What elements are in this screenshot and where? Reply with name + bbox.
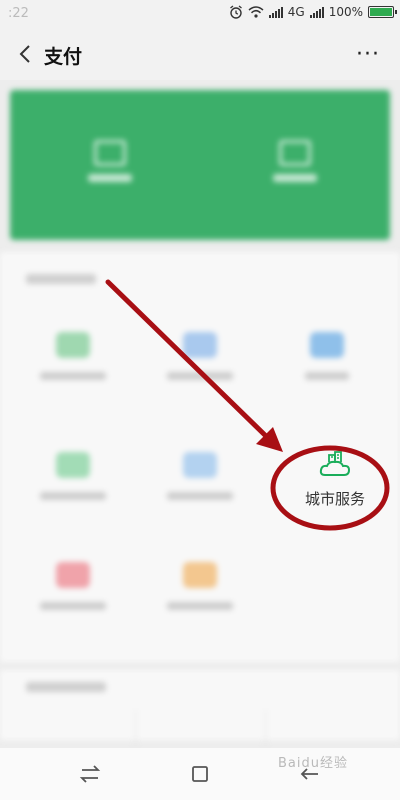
third-party-panel: [0, 670, 400, 750]
back-icon[interactable]: [14, 42, 38, 66]
service-item: [28, 562, 118, 652]
section-heading-placeholder: [26, 274, 96, 284]
card-item-left: [80, 140, 140, 182]
status-icons: 4G 100%: [229, 5, 397, 19]
switch-apps-icon[interactable]: [78, 762, 102, 786]
alarm-icon: [229, 5, 242, 19]
section-heading-placeholder: [26, 682, 106, 692]
more-options-button[interactable]: ···: [356, 42, 380, 67]
city-service-label: 城市服务: [304, 490, 365, 508]
status-bar: :22 4G 100%: [0, 0, 400, 30]
status-time: :22: [8, 6, 29, 21]
city-service-button[interactable]: 城市服务: [280, 448, 390, 528]
battery-icon: [368, 6, 397, 18]
wallet-card: [10, 90, 390, 240]
home-square-icon[interactable]: [188, 762, 212, 786]
network-type: 4G: [287, 5, 305, 19]
page-title: 支付: [44, 46, 83, 68]
app-header: 支付 ···: [0, 30, 400, 80]
watermark: Baidu经验: [278, 756, 348, 771]
card-item-right: [265, 140, 325, 182]
service-item: [282, 332, 372, 422]
signal-icon: [268, 6, 283, 18]
blurred-content: [0, 80, 400, 750]
service-item: [28, 332, 118, 422]
battery-percent: 100%: [328, 5, 363, 19]
service-item: [28, 452, 118, 542]
service-item: [155, 452, 245, 542]
city-building-cloud-icon: [319, 451, 351, 476]
service-item: [155, 332, 245, 422]
wifi-icon: [248, 6, 264, 18]
signal-icon-2: [309, 6, 324, 18]
service-item: [155, 562, 245, 652]
